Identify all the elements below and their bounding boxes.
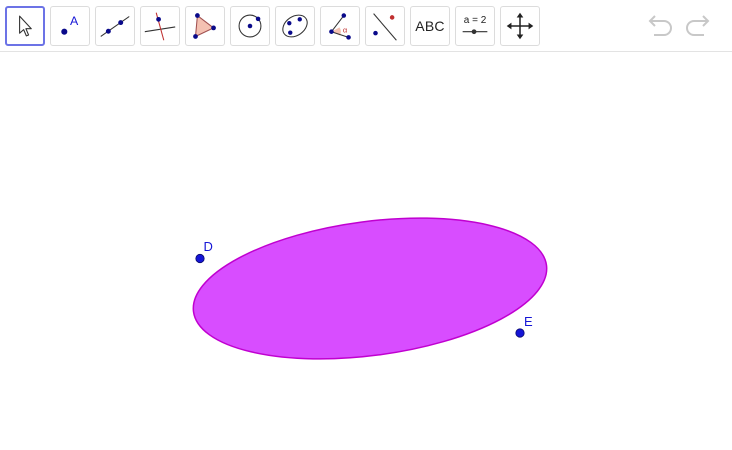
perpendicular-line-icon <box>144 12 176 41</box>
graphics-canvas[interactable]: D E <box>0 53 732 450</box>
point-e[interactable] <box>515 328 525 338</box>
text-tool-label: ABC <box>415 18 445 34</box>
point-tool-button[interactable]: A <box>50 6 90 46</box>
point-icon: A <box>61 14 79 35</box>
cursor-arrow-icon <box>19 15 32 37</box>
point-d-label: D <box>204 239 213 254</box>
ellipse-tool-button[interactable] <box>275 6 315 46</box>
graphics-view[interactable]: D E <box>0 53 732 450</box>
geogebra-app: A α ABC a = 2 D E <box>0 0 732 450</box>
redo-button[interactable] <box>682 12 714 40</box>
angle-icon: α <box>329 13 351 40</box>
line-through-two-points-icon <box>100 16 130 37</box>
polygon-tool-button[interactable] <box>185 6 225 46</box>
reflect-tool-button[interactable] <box>365 6 405 46</box>
point-tool-letter: A <box>70 14 79 28</box>
angle-alpha-label: α <box>343 26 348 35</box>
point-e-label: E <box>524 314 533 329</box>
text-tool-button[interactable]: ABC <box>410 6 450 46</box>
ellipse-shape[interactable] <box>185 199 555 378</box>
move-tool-button[interactable] <box>5 6 45 46</box>
undo-button[interactable] <box>644 12 676 40</box>
line-tool-button[interactable] <box>95 6 135 46</box>
ellipse-icon <box>282 14 308 38</box>
circle-tool-button[interactable] <box>230 6 270 46</box>
reflect-about-line-icon <box>373 13 397 41</box>
toolbar: A α ABC a = 2 <box>0 0 732 52</box>
perpendicular-line-tool-button[interactable] <box>140 6 180 46</box>
undo-icon <box>648 15 672 36</box>
move-arrows-icon <box>506 12 534 40</box>
slider-icon <box>462 29 488 35</box>
redo-icon <box>686 15 710 36</box>
move-graphics-view-tool-button[interactable] <box>500 6 540 46</box>
point-d[interactable] <box>195 253 205 264</box>
polygon-icon <box>193 13 216 39</box>
circle-center-point-icon <box>238 14 262 38</box>
slider-tool-button[interactable]: a = 2 <box>455 6 495 46</box>
angle-tool-button[interactable]: α <box>320 6 360 46</box>
